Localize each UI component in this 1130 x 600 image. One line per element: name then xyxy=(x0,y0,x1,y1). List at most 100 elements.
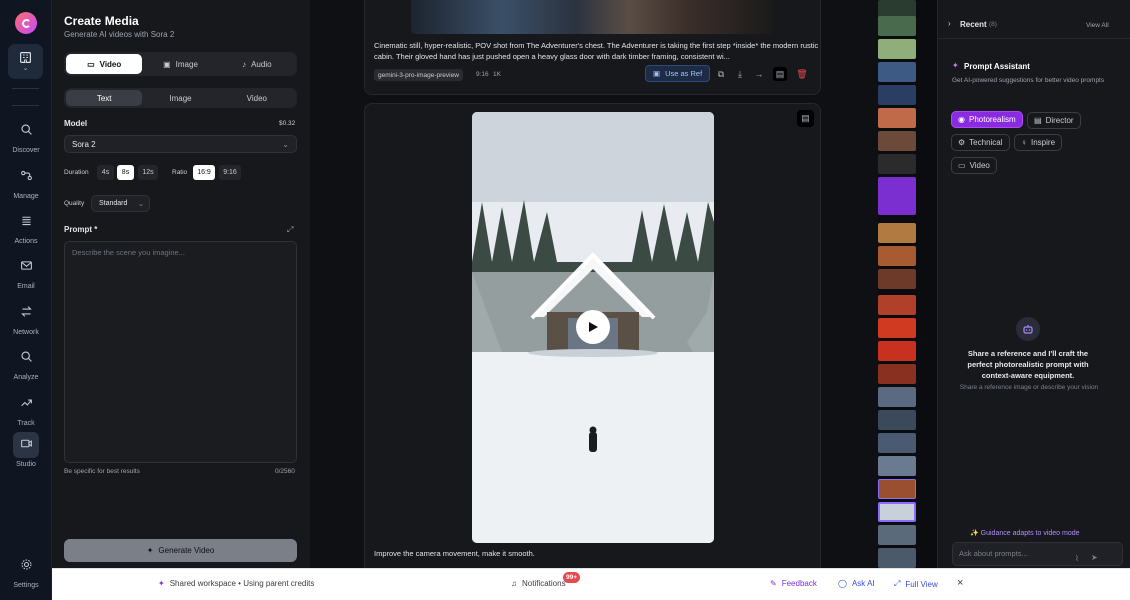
image-thumbnail[interactable] xyxy=(411,0,774,34)
workspace-switcher[interactable]: ⌄ xyxy=(8,44,43,79)
tab-label: Video xyxy=(99,59,122,69)
recent-label[interactable]: Recent xyxy=(960,20,987,29)
arrow-right-icon[interactable]: → xyxy=(752,67,766,81)
notification-badge: 99+ xyxy=(563,572,581,583)
network-icon xyxy=(20,305,32,317)
tab-source-image[interactable]: Image xyxy=(142,90,218,106)
view-all-link[interactable]: View All xyxy=(1086,22,1109,29)
nav-actions[interactable]: Actions xyxy=(0,209,52,245)
sparkle-icon: ✦ xyxy=(952,61,959,70)
tab-image[interactable]: ▣ Image xyxy=(142,54,218,74)
mode-label: Video xyxy=(969,161,990,170)
nav-studio[interactable]: Studio xyxy=(0,432,52,468)
prompt-label: Prompt * xyxy=(64,225,98,234)
tab-label: Image xyxy=(175,59,198,69)
nav-settings[interactable]: Settings xyxy=(0,553,52,589)
mode-label: Technical xyxy=(969,138,1003,147)
paperclip-icon[interactable]: ⌇ xyxy=(1075,554,1079,563)
nav-network[interactable]: Network xyxy=(0,300,52,336)
history-thumb[interactable] xyxy=(878,39,916,59)
feedback-button[interactable]: ✎ Feedback xyxy=(770,579,817,588)
lightbulb-icon: ♀ xyxy=(1021,138,1027,147)
ask-ai-button[interactable]: ◯ Ask AI xyxy=(838,579,875,588)
prompt-input[interactable]: Describe the scene you imagine... xyxy=(64,241,297,463)
folder-add-icon[interactable]: ▤ xyxy=(797,110,814,127)
nav-manage[interactable]: Manage xyxy=(0,164,52,200)
history-thumb[interactable] xyxy=(878,364,916,384)
history-thumb-selected[interactable] xyxy=(878,502,916,522)
history-thumb[interactable] xyxy=(878,433,916,453)
history-thumb[interactable] xyxy=(878,62,916,82)
model-select[interactable]: Sora 2 ⌄ xyxy=(64,135,297,153)
tab-source-video[interactable]: Video xyxy=(219,90,295,106)
history-thumb[interactable] xyxy=(878,295,916,315)
divider xyxy=(938,38,1130,39)
assistant-description: Get AI-powered suggestions for better vi… xyxy=(952,77,1105,84)
mode-director[interactable]: ▤ Director xyxy=(1027,112,1081,129)
nav-email[interactable]: Email xyxy=(0,254,52,290)
history-thumb[interactable] xyxy=(878,154,916,174)
send-icon[interactable]: ➤ xyxy=(1091,553,1098,562)
ratio-16-9[interactable]: 16:9 xyxy=(193,165,215,180)
nav-track[interactable]: Track xyxy=(0,391,52,427)
media-feed: Cinematic still, hyper-realistic, POV sh… xyxy=(310,0,878,573)
building-icon xyxy=(20,52,31,63)
chevron-right-icon[interactable]: › xyxy=(948,19,951,28)
quality-select[interactable]: Standard ⌄ xyxy=(91,195,150,212)
nav-label: Email xyxy=(17,283,35,290)
copy-icon[interactable]: ⧉ xyxy=(714,67,728,81)
history-thumb[interactable] xyxy=(878,387,916,407)
tab-audio[interactable]: ♪ Audio xyxy=(219,54,295,74)
duration-12s[interactable]: 12s xyxy=(138,165,158,180)
history-thumb[interactable] xyxy=(878,108,916,128)
tab-video[interactable]: ▭ Video xyxy=(66,54,143,74)
mode-photorealism[interactable]: ◉ Photorealism xyxy=(951,111,1023,128)
app-logo[interactable] xyxy=(15,12,37,34)
model-price: $0.32 xyxy=(279,120,296,127)
nav-label: Studio xyxy=(16,461,36,468)
video-icon: ▭ xyxy=(87,59,95,69)
duration-8s[interactable]: 8s xyxy=(117,165,134,180)
ratio-9-16[interactable]: 9:16 xyxy=(219,165,241,180)
mode-inspire[interactable]: ♀ Inspire xyxy=(1014,134,1063,151)
use-as-ref-button[interactable]: ▣ Use as Ref xyxy=(645,65,711,82)
history-thumb[interactable] xyxy=(878,548,916,568)
ask-prompts-input[interactable]: Ask about prompts... ⌇ ➤ xyxy=(952,542,1123,566)
download-icon[interactable]: ⤓ xyxy=(733,67,747,81)
history-thumb[interactable] xyxy=(878,341,916,361)
history-thumb[interactable] xyxy=(878,16,916,36)
notifications-label: Notifications xyxy=(522,579,566,588)
nav-discover[interactable]: Discover xyxy=(0,118,52,154)
trash-icon[interactable]: 🗑 xyxy=(795,67,809,81)
history-thumb[interactable] xyxy=(878,269,916,289)
rail-divider xyxy=(12,88,39,89)
history-thumb[interactable] xyxy=(878,479,916,499)
mode-video[interactable]: ▭ Video xyxy=(951,157,997,174)
history-thumb[interactable] xyxy=(878,177,916,215)
ask-ai-label: Ask AI xyxy=(851,579,875,588)
history-thumb[interactable] xyxy=(878,223,916,243)
history-thumb[interactable] xyxy=(878,246,916,266)
full-view-button[interactable]: ⤢ Full View xyxy=(894,579,938,589)
nav-analyze[interactable]: Analyze xyxy=(0,345,52,381)
expand-icon[interactable]: ⤢ xyxy=(287,225,293,235)
generate-video-button[interactable]: ✦ Generate Video xyxy=(64,539,297,562)
duration-4s[interactable]: 4s xyxy=(97,165,114,180)
history-thumb[interactable] xyxy=(878,525,916,545)
history-thumb[interactable] xyxy=(878,85,916,105)
folder-icon[interactable]: ▤ xyxy=(773,67,787,81)
tab-text[interactable]: Text xyxy=(66,90,143,106)
panel-subtitle: Generate AI videos with Sora 2 xyxy=(64,30,175,39)
play-button[interactable] xyxy=(576,310,610,344)
nav-label: Actions xyxy=(14,238,38,245)
full-view-label: Full View xyxy=(905,579,938,589)
history-thumb[interactable] xyxy=(878,318,916,338)
video-preview[interactable] xyxy=(472,112,714,543)
mode-technical[interactable]: ⚙ Technical xyxy=(951,134,1010,151)
history-thumb[interactable] xyxy=(878,456,916,476)
history-thumb[interactable] xyxy=(878,131,916,151)
track-icon xyxy=(20,399,32,406)
history-thumb[interactable] xyxy=(878,410,916,430)
close-icon[interactable]: × xyxy=(957,577,963,589)
notifications-button[interactable]: ♫ Notifications xyxy=(511,579,566,588)
